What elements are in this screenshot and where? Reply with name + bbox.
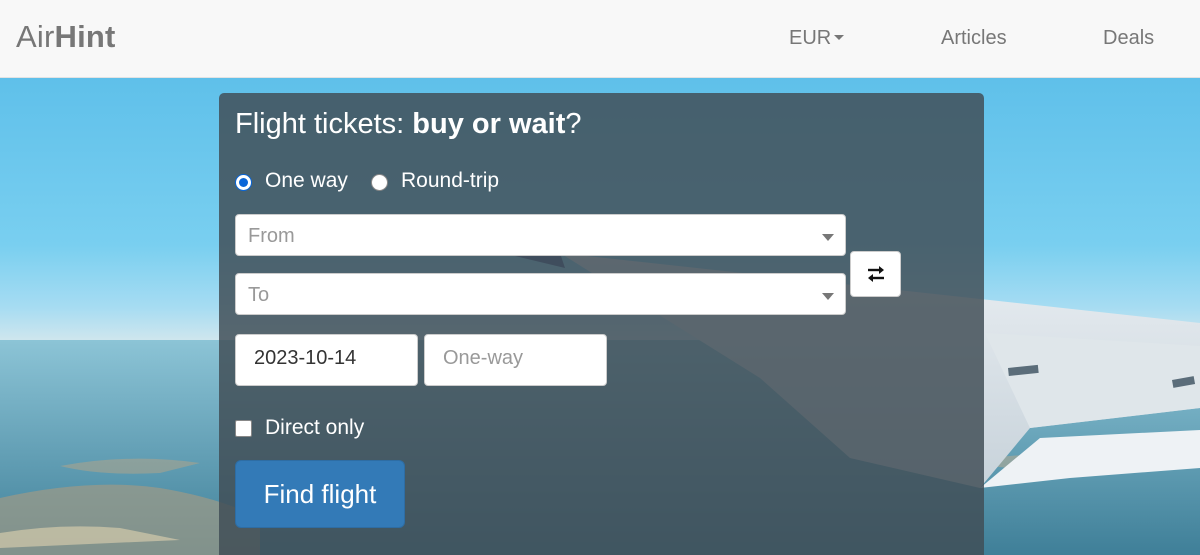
caret-down-icon bbox=[834, 35, 845, 40]
round-trip-radio[interactable] bbox=[371, 174, 388, 191]
depart-date-input[interactable]: 2023-10-14 bbox=[235, 334, 418, 386]
from-airport-select[interactable]: From bbox=[235, 214, 846, 256]
return-date-input[interactable]: One-way bbox=[424, 334, 607, 386]
find-flight-button[interactable]: Find flight bbox=[235, 460, 405, 528]
one-way-label[interactable]: One way bbox=[265, 169, 348, 193]
swap-arrows-icon bbox=[868, 266, 884, 282]
currency-label: EUR bbox=[789, 27, 832, 49]
title-suffix: ? bbox=[565, 108, 582, 140]
direct-only-label[interactable]: Direct only bbox=[265, 416, 364, 440]
nav-link-deals[interactable]: Deals bbox=[1103, 27, 1154, 50]
title-bold: buy or wait bbox=[412, 108, 566, 140]
brand-light-text: Air bbox=[16, 19, 55, 54]
title-prefix: Flight tickets: bbox=[235, 108, 413, 140]
round-trip-label[interactable]: Round-trip bbox=[401, 169, 499, 193]
brand-logo[interactable]: AirHint bbox=[16, 19, 116, 55]
from-placeholder: From bbox=[248, 225, 295, 247]
direct-only-checkbox[interactable] bbox=[235, 420, 252, 437]
one-way-radio[interactable] bbox=[235, 174, 252, 191]
to-placeholder: To bbox=[248, 284, 270, 306]
currency-dropdown[interactable]: EUR bbox=[789, 27, 845, 50]
flight-search-panel: Flight tickets: buy or wait? One way Rou… bbox=[219, 93, 984, 555]
navbar: AirHint EUR Articles Deals bbox=[0, 0, 1200, 78]
brand-bold-text: Hint bbox=[54, 19, 116, 54]
nav-link-articles[interactable]: Articles bbox=[941, 27, 1007, 50]
panel-title: Flight tickets: buy or wait? bbox=[235, 108, 582, 141]
to-airport-select[interactable]: To bbox=[235, 273, 846, 315]
chevron-down-icon bbox=[822, 293, 834, 300]
swap-airports-button[interactable] bbox=[850, 251, 901, 297]
chevron-down-icon bbox=[822, 234, 834, 241]
